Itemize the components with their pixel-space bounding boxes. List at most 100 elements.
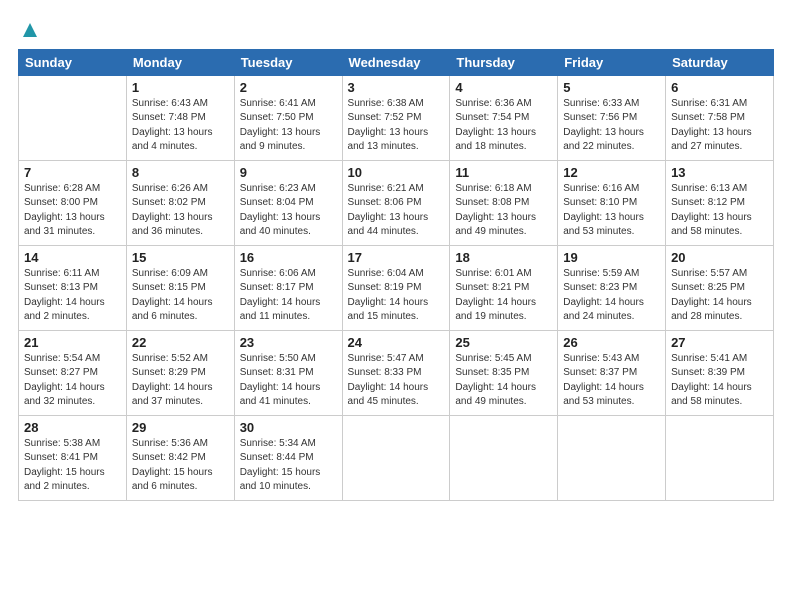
calendar-cell [19,75,127,160]
day-number: 16 [240,250,337,265]
day-info: Sunrise: 5:47 AMSunset: 8:33 PMDaylight:… [348,352,445,410]
day-info: Sunrise: 6:16 AMSunset: 8:10 PMDaylight:… [563,182,660,240]
calendar-cell: 29 Sunrise: 5:36 AMSunset: 8:42 PMDayligh… [126,415,234,500]
day-info: Sunrise: 6:33 AMSunset: 7:56 PMDaylight:… [563,97,660,155]
col-sunday: Sunday [19,49,127,75]
day-number: 2 [240,80,337,95]
day-number: 1 [132,80,229,95]
calendar-cell: 5 Sunrise: 6:33 AMSunset: 7:56 PMDaylight… [558,75,666,160]
day-info: Sunrise: 5:36 AMSunset: 8:42 PMDaylight:… [132,437,229,495]
day-info: Sunrise: 6:13 AMSunset: 8:12 PMDaylight:… [671,182,768,240]
day-number: 11 [455,165,552,180]
day-info: Sunrise: 6:04 AMSunset: 8:19 PMDaylight:… [348,267,445,325]
day-number: 12 [563,165,660,180]
day-number: 24 [348,335,445,350]
col-wednesday: Wednesday [342,49,450,75]
calendar-cell: 2Sunrise: 6:41 AMSunset: 7:50 PMDaylight… [234,75,342,160]
day-info: Sunrise: 6:26 AMSunset: 8:02 PMDaylight:… [132,182,229,240]
calendar-cell: 9 Sunrise: 6:23 AMSunset: 8:04 PMDaylight… [234,160,342,245]
calendar-cell: 17 Sunrise: 6:04 AMSunset: 8:19 PMDayligh… [342,245,450,330]
calendar-cell: 25Sunrise: 5:45 AMSunset: 8:35 PMDayligh… [450,330,558,415]
day-info: Sunrise: 6:31 AMSunset: 7:58 PMDaylight:… [671,97,768,155]
logo-icon [19,19,41,41]
calendar-cell: 19 Sunrise: 5:59 AMSunset: 8:23 PMDayligh… [558,245,666,330]
calendar-cell: 21 Sunrise: 5:54 AMSunset: 8:27 PMDayligh… [19,330,127,415]
calendar-cell [666,415,774,500]
day-number: 5 [563,80,660,95]
day-number: 7 [24,165,121,180]
day-number: 29 [132,420,229,435]
day-info: Sunrise: 5:54 AMSunset: 8:27 PMDaylight:… [24,352,121,410]
day-number: 14 [24,250,121,265]
calendar-week-0: 1 Sunrise: 6:43 AMSunset: 7:48 PMDaylight… [19,75,774,160]
day-number: 19 [563,250,660,265]
calendar-cell: 13 Sunrise: 6:13 AMSunset: 8:12 PMDayligh… [666,160,774,245]
calendar-week-3: 21 Sunrise: 5:54 AMSunset: 8:27 PMDayligh… [19,330,774,415]
logo-general [18,18,41,41]
calendar-cell: 22 Sunrise: 5:52 AMSunset: 8:29 PMDayligh… [126,330,234,415]
day-info: Sunrise: 5:38 AMSunset: 8:41 PMDaylight:… [24,437,121,495]
day-info: Sunrise: 6:23 AMSunset: 8:04 PMDaylight:… [240,182,337,240]
day-number: 8 [132,165,229,180]
calendar-cell: 6 Sunrise: 6:31 AMSunset: 7:58 PMDaylight… [666,75,774,160]
day-info: Sunrise: 6:06 AMSunset: 8:17 PMDaylight:… [240,267,337,325]
day-number: 18 [455,250,552,265]
day-number: 15 [132,250,229,265]
day-number: 17 [348,250,445,265]
day-info: Sunrise: 5:57 AMSunset: 8:25 PMDaylight:… [671,267,768,325]
calendar-cell: 4 Sunrise: 6:36 AMSunset: 7:54 PMDaylight… [450,75,558,160]
day-number: 23 [240,335,337,350]
day-number: 20 [671,250,768,265]
calendar-cell: 30 Sunrise: 5:34 AMSunset: 8:44 PMDayligh… [234,415,342,500]
calendar-header: Sunday Monday Tuesday Wednesday Thursday… [19,49,774,75]
calendar-week-1: 7 Sunrise: 6:28 AMSunset: 8:00 PMDaylight… [19,160,774,245]
calendar-cell [342,415,450,500]
day-info: Sunrise: 6:21 AMSunset: 8:06 PMDaylight:… [348,182,445,240]
calendar-cell: 8 Sunrise: 6:26 AMSunset: 8:02 PMDaylight… [126,160,234,245]
day-number: 27 [671,335,768,350]
day-info: Sunrise: 5:43 AMSunset: 8:37 PMDaylight:… [563,352,660,410]
calendar-cell: 11Sunrise: 6:18 AMSunset: 8:08 PMDayligh… [450,160,558,245]
calendar-cell: 14 Sunrise: 6:11 AMSunset: 8:13 PMDayligh… [19,245,127,330]
day-number: 13 [671,165,768,180]
day-number: 3 [348,80,445,95]
calendar-body: 1 Sunrise: 6:43 AMSunset: 7:48 PMDaylight… [19,75,774,500]
calendar-cell: 10 Sunrise: 6:21 AMSunset: 8:06 PMDayligh… [342,160,450,245]
calendar-cell: 1 Sunrise: 6:43 AMSunset: 7:48 PMDaylight… [126,75,234,160]
col-thursday: Thursday [450,49,558,75]
day-info: Sunrise: 5:34 AMSunset: 8:44 PMDaylight:… [240,437,337,495]
day-number: 21 [24,335,121,350]
col-monday: Monday [126,49,234,75]
day-number: 9 [240,165,337,180]
calendar-cell: 15Sunrise: 6:09 AMSunset: 8:15 PMDayligh… [126,245,234,330]
page: Sunday Monday Tuesday Wednesday Thursday… [0,0,792,612]
calendar-cell: 12 Sunrise: 6:16 AMSunset: 8:10 PMDayligh… [558,160,666,245]
day-info: Sunrise: 6:11 AMSunset: 8:13 PMDaylight:… [24,267,121,325]
day-number: 10 [348,165,445,180]
calendar-cell: 27 Sunrise: 5:41 AMSunset: 8:39 PMDayligh… [666,330,774,415]
day-number: 4 [455,80,552,95]
day-info: Sunrise: 6:28 AMSunset: 8:00 PMDaylight:… [24,182,121,240]
day-number: 25 [455,335,552,350]
day-info: Sunrise: 5:50 AMSunset: 8:31 PMDaylight:… [240,352,337,410]
day-info: Sunrise: 6:01 AMSunset: 8:21 PMDaylight:… [455,267,552,325]
day-number: 22 [132,335,229,350]
calendar-cell: 7 Sunrise: 6:28 AMSunset: 8:00 PMDaylight… [19,160,127,245]
weekday-row: Sunday Monday Tuesday Wednesday Thursday… [19,49,774,75]
col-tuesday: Tuesday [234,49,342,75]
calendar-cell [450,415,558,500]
day-number: 30 [240,420,337,435]
calendar-cell: 24 Sunrise: 5:47 AMSunset: 8:33 PMDayligh… [342,330,450,415]
day-info: Sunrise: 6:43 AMSunset: 7:48 PMDaylight:… [132,97,229,155]
calendar-cell [558,415,666,500]
calendar-cell: 26Sunrise: 5:43 AMSunset: 8:37 PMDayligh… [558,330,666,415]
day-number: 28 [24,420,121,435]
day-number: 6 [671,80,768,95]
calendar-cell: 28 Sunrise: 5:38 AMSunset: 8:41 PMDayligh… [19,415,127,500]
day-info: Sunrise: 6:36 AMSunset: 7:54 PMDaylight:… [455,97,552,155]
calendar-week-2: 14 Sunrise: 6:11 AMSunset: 8:13 PMDayligh… [19,245,774,330]
day-info: Sunrise: 5:52 AMSunset: 8:29 PMDaylight:… [132,352,229,410]
day-info: Sunrise: 5:41 AMSunset: 8:39 PMDaylight:… [671,352,768,410]
col-saturday: Saturday [666,49,774,75]
day-info: Sunrise: 5:59 AMSunset: 8:23 PMDaylight:… [563,267,660,325]
